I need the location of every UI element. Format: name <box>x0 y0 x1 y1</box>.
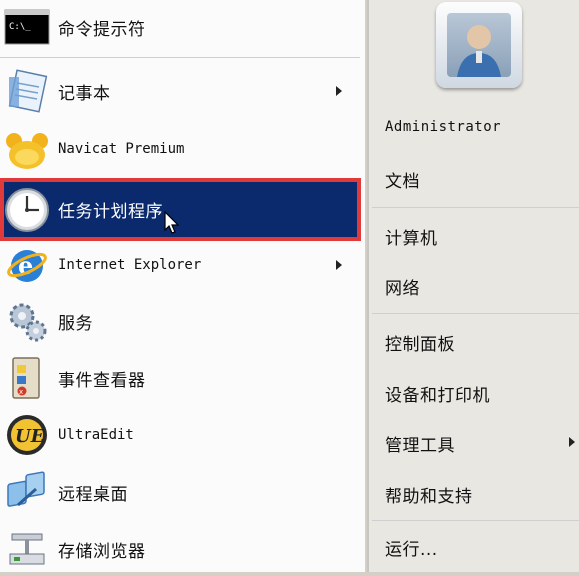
right-item-run[interactable]: 运行... <box>385 535 438 560</box>
right-item-network[interactable]: 网络 <box>385 274 420 299</box>
remote-desktop-icon <box>2 467 52 517</box>
right-item-computer[interactable]: 计算机 <box>385 224 438 249</box>
menu-item-label: Navicat Premium <box>58 141 185 157</box>
menu-item-navicat[interactable]: Navicat Premium <box>0 122 360 176</box>
svg-text:x: x <box>19 388 23 396</box>
user-avatar[interactable] <box>436 2 522 88</box>
svg-text:UE: UE <box>15 426 45 447</box>
menu-item-internet-explorer[interactable]: e Internet Explorer <box>0 238 360 292</box>
ultraedit-icon: UE <box>2 410 52 460</box>
separator <box>372 207 579 208</box>
separator <box>0 57 360 58</box>
user-picture-icon <box>447 13 511 77</box>
menu-item-notepad[interactable]: 记事本 <box>0 64 360 118</box>
menu-item-event-viewer[interactable]: x 事件查看器 <box>0 351 360 405</box>
ie-icon: e <box>2 240 52 290</box>
user-name-label[interactable]: Administrator <box>385 119 501 135</box>
menu-item-label: 事件查看器 <box>58 370 146 391</box>
menu-item-ultraedit[interactable]: UE UltraEdit <box>0 408 360 462</box>
submenu-arrow-icon <box>569 437 575 447</box>
separator <box>372 520 579 521</box>
menu-item-storage-explorer[interactable]: 存储浏览器 <box>0 522 360 576</box>
right-item-control-panel[interactable]: 控制面板 <box>385 330 455 355</box>
mouse-cursor-icon <box>164 210 180 239</box>
menu-item-label: 记事本 <box>58 83 111 104</box>
submenu-arrow-icon <box>336 86 342 96</box>
menu-item-label: 任务计划程序 <box>58 202 163 222</box>
event-viewer-icon: x <box>2 353 52 403</box>
menu-item-label: 服务 <box>58 313 93 334</box>
menu-item-command-prompt[interactable]: C:\_ 命令提示符 <box>0 0 360 54</box>
menu-item-label: UltraEdit <box>58 427 134 443</box>
left-programs-pane: C:\_ 命令提示符 记事本 Navicat Premium 任务计划程序 e … <box>0 0 365 572</box>
separator <box>372 313 579 314</box>
submenu-arrow-icon <box>336 260 342 270</box>
menu-item-services[interactable]: 服务 <box>0 294 360 348</box>
notepad-icon <box>2 66 52 116</box>
storage-icon <box>2 524 52 574</box>
gears-icon <box>2 296 52 346</box>
right-item-documents[interactable]: 文档 <box>385 167 420 192</box>
menu-item-remote-desktop[interactable]: 远程桌面 <box>0 465 360 519</box>
navicat-icon <box>2 124 52 174</box>
menu-item-label: Internet Explorer <box>58 257 202 273</box>
right-item-admin-tools[interactable]: 管理工具 <box>385 431 455 456</box>
clock-icon <box>2 185 52 235</box>
right-item-devices-printers[interactable]: 设备和打印机 <box>385 381 490 406</box>
right-item-help-support[interactable]: 帮助和支持 <box>385 482 473 507</box>
menu-item-label: 远程桌面 <box>58 484 128 505</box>
svg-text:C:\_: C:\_ <box>9 22 31 32</box>
menu-item-label: 存储浏览器 <box>58 541 146 562</box>
menu-item-label: 命令提示符 <box>58 19 146 40</box>
cmd-icon: C:\_ <box>2 2 52 52</box>
